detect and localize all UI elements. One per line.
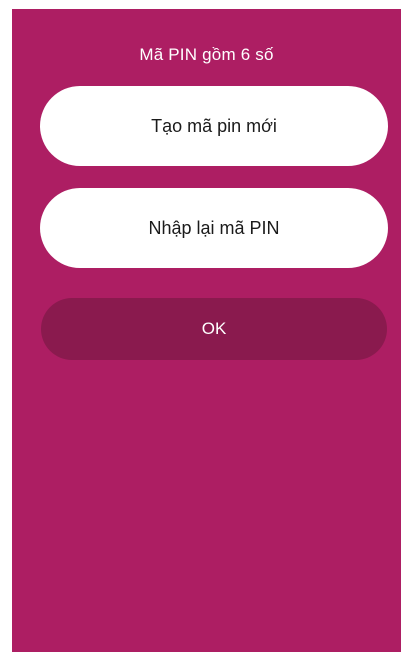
new-pin-input[interactable]	[40, 86, 388, 166]
pin-hint-text: Mã PIN gồm 6 số	[139, 45, 274, 64]
pin-setup-screen: Mã PIN gồm 6 số OK	[12, 9, 401, 652]
ok-button[interactable]: OK	[41, 298, 387, 360]
confirm-pin-input[interactable]	[40, 188, 388, 268]
